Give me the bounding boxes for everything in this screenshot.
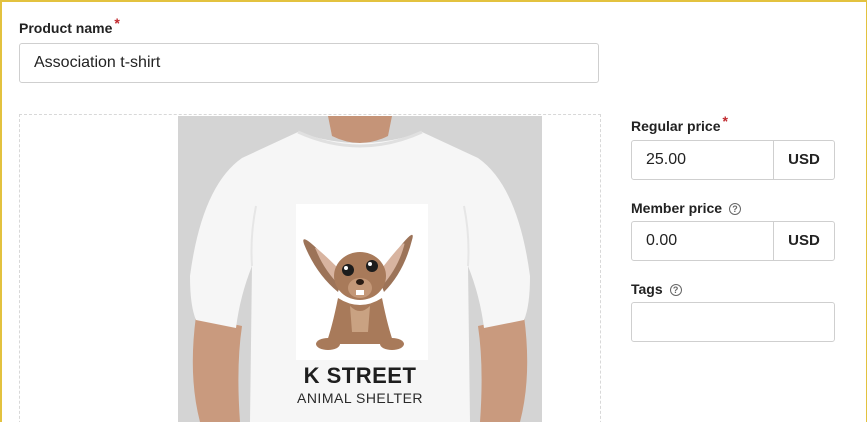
product-name-value: Association t-shirt	[34, 54, 161, 71]
product-name-label-text: Product name	[19, 20, 113, 36]
regular-price-field[interactable]: 25.00 USD	[631, 140, 835, 180]
help-icon[interactable]: ?	[669, 284, 682, 296]
product-image[interactable]: K STREET ANIMAL SHELTER	[178, 116, 542, 422]
tags-label: Tags?	[631, 281, 682, 297]
regular-price-input[interactable]: 25.00	[632, 141, 773, 179]
regular-price-label: Regular price *	[631, 113, 728, 134]
regular-price-currency: USD	[773, 141, 834, 179]
member-price-field[interactable]: 0.00 USD	[631, 221, 835, 261]
shirt-print-title: K STREET	[303, 363, 417, 388]
required-marker: *	[114, 15, 120, 31]
member-price-input[interactable]: 0.00	[632, 222, 773, 260]
shirt-print-subtitle: ANIMAL SHELTER	[296, 390, 424, 406]
product-name-input[interactable]: Association t-shirt	[19, 43, 599, 83]
member-price-label-text: Member price	[631, 200, 723, 216]
product-name-label: Product name *	[19, 15, 120, 36]
required-marker: *	[722, 113, 728, 129]
tags-input[interactable]	[631, 302, 835, 342]
help-icon[interactable]: ?	[729, 203, 742, 215]
member-price-label: Member price?	[631, 200, 742, 216]
member-price-currency: USD	[773, 222, 834, 260]
tags-label-text: Tags	[631, 281, 663, 297]
regular-price-label-text: Regular price	[631, 118, 721, 134]
